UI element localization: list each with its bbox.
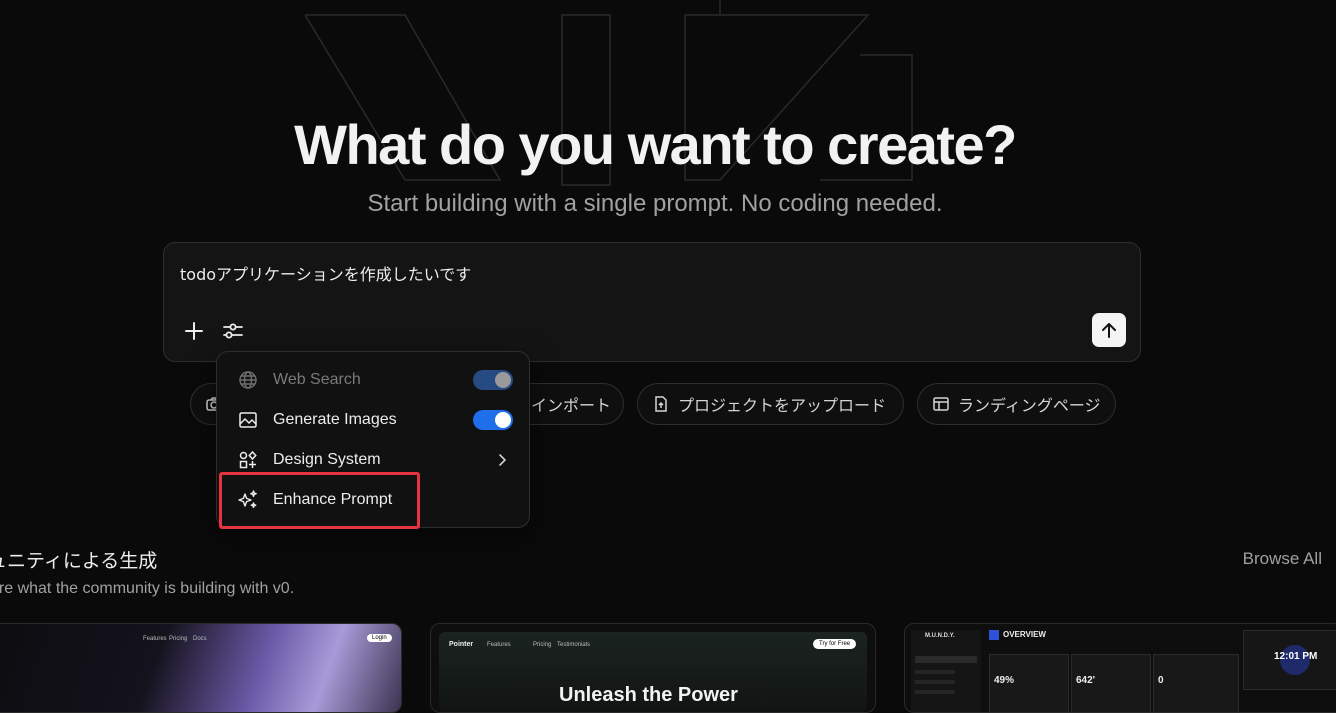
- menu-item-label: Design System: [273, 451, 381, 468]
- page-subtitle: Start building with a single prompt. No …: [367, 190, 943, 217]
- card-heading-square: [989, 630, 999, 640]
- add-attachment-button[interactable]: [179, 316, 209, 346]
- card-headline: Unleash the Power: [559, 684, 738, 706]
- arrow-up-icon: [1102, 323, 1116, 338]
- generate-images-toggle[interactable]: [473, 410, 513, 430]
- send-button[interactable]: [1092, 313, 1126, 347]
- card-brand: Pointer: [449, 641, 474, 648]
- card-stat-value: 0: [1158, 675, 1164, 686]
- plus-icon: [185, 322, 203, 340]
- chevron-right-icon: [499, 454, 507, 466]
- menu-item-label: Web Search: [273, 371, 361, 388]
- sliders-icon: [223, 323, 243, 339]
- page-title: What do you want to create?: [294, 113, 1017, 176]
- card-clock-panel: 12:01 PM: [1243, 630, 1336, 690]
- globe-icon: [237, 369, 259, 391]
- community-section-title: ュニティによる生成: [0, 550, 158, 572]
- card-clock-time: 12:01 PM: [1274, 651, 1318, 662]
- card-stat-value: 642': [1076, 675, 1096, 686]
- quick-actions: インポート プロジェクトをアップロード ランディングページ: [0, 383, 1336, 425]
- chip-landing-page[interactable]: ランディングページ: [917, 383, 1116, 425]
- card-brand: M.U.N.D.Y.: [925, 633, 955, 639]
- menu-item-label: Generate Images: [273, 411, 397, 428]
- card-sidebar-item: [915, 656, 977, 663]
- card-nav-link: Testimonials: [557, 642, 591, 648]
- card-sidebar-item: [915, 670, 955, 674]
- sparkles-icon: [237, 489, 259, 511]
- toggle-knob: [495, 372, 511, 388]
- card-sidebar: M.U.N.D.Y.: [911, 630, 981, 712]
- card-preview: Pointer Features Pricing Testimonials Tr…: [439, 632, 867, 712]
- card-stat-tile: 0: [1153, 654, 1239, 712]
- card-nav-link: Features: [143, 636, 167, 642]
- card-nav-link: Pricing: [533, 642, 552, 648]
- toggle-knob: [495, 412, 511, 428]
- community-card[interactable]: Pointer Features Pricing Testimonials Tr…: [430, 623, 876, 713]
- card-sidebar-item: [915, 680, 955, 684]
- card-stat-value: 49%: [994, 675, 1015, 686]
- card-sidebar-item: [915, 690, 955, 694]
- card-stat-tile: 49%: [989, 654, 1069, 712]
- community-card[interactable]: Features Pricing Docs Login: [0, 623, 402, 713]
- layout-icon: [933, 397, 949, 411]
- chip-label: インポート: [531, 396, 612, 415]
- menu-item-generate-images[interactable]: Generate Images: [225, 402, 521, 438]
- prompt-settings-menu: Web Search Generate Images Design System…: [216, 351, 530, 528]
- community-section-subtitle: ore what the community is building with …: [0, 580, 295, 597]
- card-heading: OVERVIEW: [1003, 630, 1046, 639]
- image-icon: [237, 409, 259, 431]
- community-card[interactable]: M.U.N.D.Y. OVERVIEW 49% 642' 0 12:01 PM: [904, 623, 1336, 713]
- chip-label: ランディングページ: [958, 396, 1101, 415]
- chip-upload-project[interactable]: プロジェクトをアップロード: [637, 383, 904, 425]
- settings-button[interactable]: [218, 316, 248, 346]
- menu-item-design-system[interactable]: Design System: [225, 442, 521, 478]
- card-nav-link: Docs: [193, 636, 207, 642]
- card-nav-link: Features: [487, 642, 511, 648]
- chip-label: プロジェクトをアップロード: [678, 396, 887, 415]
- card-nav-link: Pricing: [169, 636, 188, 642]
- prompt-input-box[interactable]: todoアプリケーションを作成したいです: [163, 242, 1141, 362]
- file-upload-icon: [655, 396, 667, 412]
- prompt-input[interactable]: todoアプリケーションを作成したいです: [180, 261, 471, 285]
- menu-item-enhance-prompt[interactable]: Enhance Prompt: [225, 482, 521, 518]
- card-cta-button: Try for Free: [813, 639, 857, 649]
- card-login-button: Login: [367, 634, 392, 642]
- shapes-icon: [237, 449, 259, 471]
- card-stat-tile: 642': [1071, 654, 1151, 712]
- menu-item-label: Enhance Prompt: [273, 491, 393, 508]
- menu-item-web-search[interactable]: Web Search: [225, 362, 521, 398]
- web-search-toggle[interactable]: [473, 370, 513, 390]
- browse-all-link[interactable]: Browse All: [1243, 549, 1322, 569]
